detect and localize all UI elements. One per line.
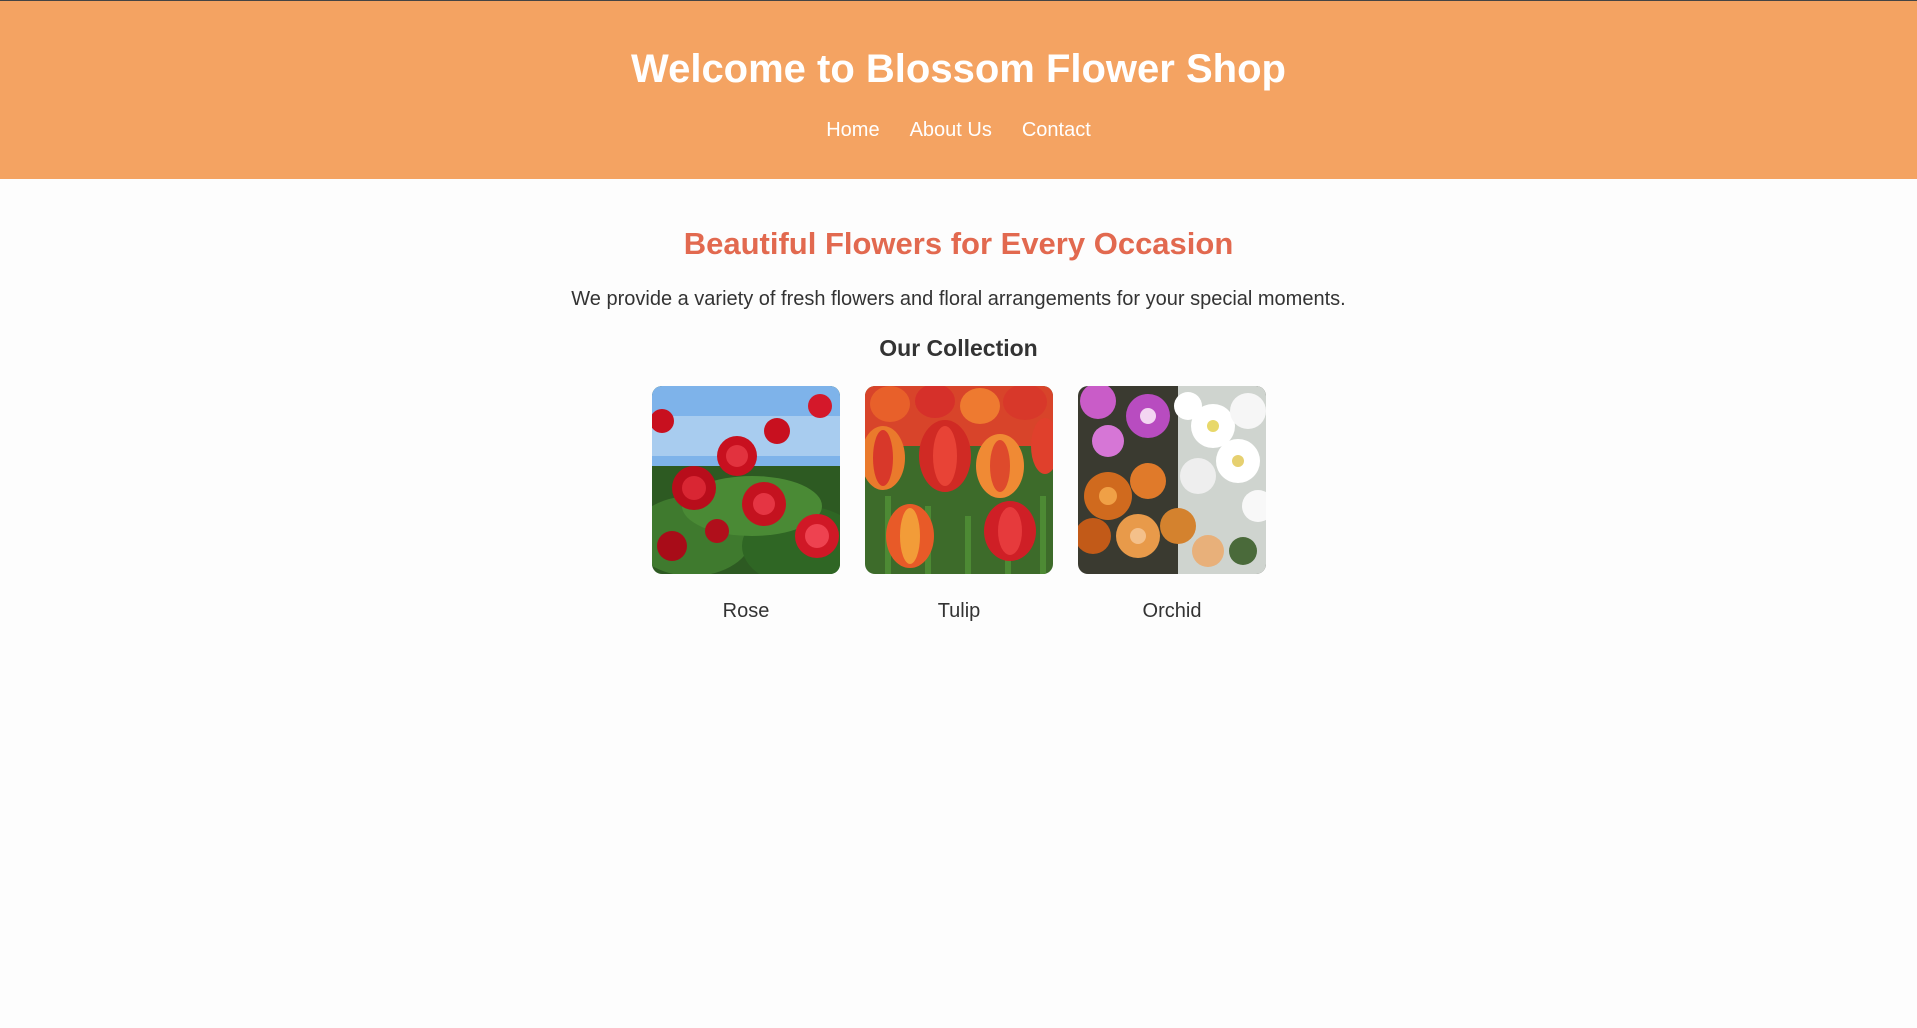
flower-gallery: Rose Tulip Orchid — [652, 386, 1266, 624]
page-headline: Beautiful Flowers for Every Occasion — [683, 226, 1234, 261]
rose-image — [652, 386, 840, 574]
flower-card-tulip: Tulip — [865, 386, 1053, 624]
nav-about-us-link[interactable]: About Us — [910, 117, 992, 143]
intro-text: We provide a variety of fresh flowers an… — [571, 288, 1346, 310]
nav-home-link[interactable]: Home — [826, 117, 879, 143]
flower-name: Tulip — [937, 600, 981, 622]
site-header: Welcome to Blossom Flower Shop Home Abou… — [0, 0, 1917, 179]
orchid-image — [1078, 386, 1266, 574]
site-title: Welcome to Blossom Flower Shop — [631, 47, 1286, 91]
flower-name: Rose — [722, 600, 770, 622]
flower-card-rose: Rose — [652, 386, 840, 624]
tulip-image — [865, 386, 1053, 574]
nav-contact-link[interactable]: Contact — [1022, 117, 1091, 143]
flower-card-orchid: Orchid — [1078, 386, 1266, 624]
collection-title: Our Collection — [879, 335, 1038, 361]
flower-name: Orchid — [1142, 600, 1202, 622]
main-nav: Home About Us Contact — [0, 117, 1917, 143]
